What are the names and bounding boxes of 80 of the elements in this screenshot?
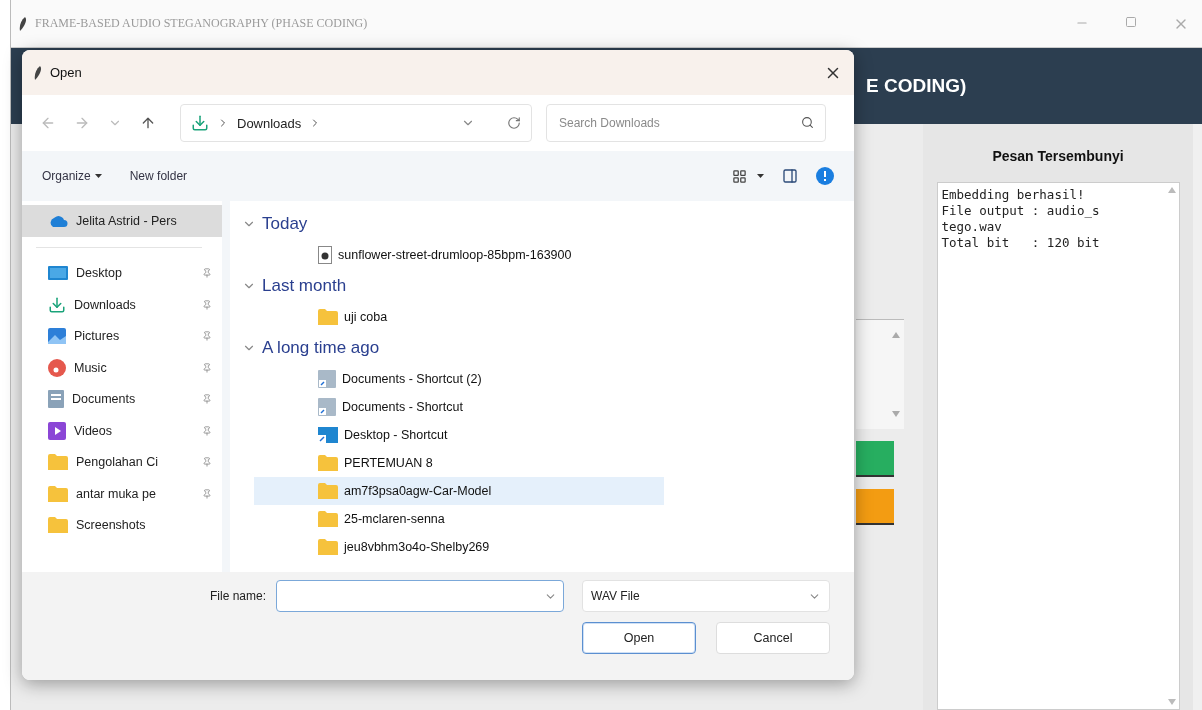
file-row[interactable]: uji coba (254, 303, 664, 331)
download-icon (191, 114, 209, 132)
folder-icon (318, 455, 338, 471)
shortcut-icon (318, 427, 338, 443)
up-arrow-icon (140, 115, 156, 131)
message-line: tego.wav (941, 219, 1003, 235)
document-icon (48, 390, 64, 409)
audio-file-icon (318, 246, 332, 264)
folder-icon (48, 454, 68, 471)
shortcut-icon (318, 398, 336, 416)
caret-icon (757, 174, 764, 178)
group-header[interactable]: Last month (242, 269, 854, 303)
scroll-down-icon (892, 411, 900, 417)
file-row[interactable]: am7f3psa0agw-Car-Model (254, 477, 664, 505)
action-button[interactable] (856, 489, 894, 525)
help-icon (816, 167, 834, 185)
refresh-icon[interactable] (507, 116, 521, 130)
feather-icon (19, 16, 27, 31)
sidebar-item[interactable]: Downloads (22, 289, 222, 321)
desktop-icon (48, 266, 68, 281)
folder-icon (318, 539, 338, 555)
scroll-up-icon (892, 332, 900, 338)
sidebar-item[interactable]: Documents (22, 383, 222, 415)
file-row[interactable]: sunflower-street-drumloop-85bpm-163900 (254, 241, 664, 269)
maximize-icon[interactable] (1125, 15, 1137, 28)
action-button[interactable] (856, 441, 894, 477)
sidebar-item[interactable]: antar muka pe (22, 478, 222, 510)
sidebar-item[interactable]: Desktop (22, 257, 222, 289)
cloud-icon (48, 214, 68, 227)
file-row[interactable]: Documents - Shortcut (254, 393, 664, 421)
shortcut-icon (318, 370, 336, 388)
file-row[interactable]: Documents - Shortcut (2) (254, 365, 664, 393)
search-field[interactable]: Search Downloads (546, 104, 826, 142)
header-title: E CODING) (866, 75, 967, 97)
sidebar-item[interactable]: Videos (22, 415, 222, 447)
message-line: Embedding berhasil! (941, 187, 1086, 203)
message-line: File output : audio_s (941, 203, 1101, 219)
sidebar-item[interactable]: Screenshots (22, 509, 222, 541)
file-row[interactable]: jeu8vbhm3o4o-Shelby269 (254, 533, 664, 561)
address-bar[interactable]: Downloads (180, 104, 532, 142)
search-icon (801, 116, 814, 129)
dialog-title: Open (50, 65, 83, 80)
picture-icon (48, 328, 66, 345)
sidebar-item[interactable]: Pictures (22, 320, 222, 352)
feather-icon (34, 65, 42, 80)
message-box[interactable]: Embedding berhasil! File output : audio_s tego.wav Total bit : 120 bit (936, 182, 1180, 710)
group-header[interactable]: A long time ago (242, 331, 854, 365)
scroll-up-icon (1167, 187, 1176, 193)
open-button[interactable]: Open (582, 622, 696, 654)
file-type-select[interactable]: WAV File (582, 580, 830, 612)
folder-icon (318, 511, 338, 527)
scroll-down-icon (1167, 699, 1176, 705)
folder-icon (48, 517, 68, 534)
message-line: Total bit : 120 bit (941, 235, 1101, 251)
file-row[interactable]: 25-mclaren-senna (254, 505, 664, 533)
music-icon (48, 358, 66, 377)
file-name-field[interactable] (276, 580, 564, 612)
list-box[interactable] (856, 319, 904, 429)
file-row[interactable]: PERTEMUAN 8 (254, 449, 664, 477)
panel-title: Pesan Tersembunyi (992, 148, 1124, 164)
window-title: FRAME-BASED AUDIO STEGANOGRAPHY (PHASE CODING) (35, 16, 369, 31)
folder-icon (318, 309, 338, 325)
sidebar-item[interactable]: Music (22, 352, 222, 384)
new-folder-button[interactable]: New folder (129, 169, 188, 183)
preview-pane-icon[interactable] (782, 168, 798, 184)
folder-icon (48, 485, 68, 502)
sidebar-item[interactable]: Pengolahan Ci (22, 446, 222, 478)
video-icon (48, 421, 66, 440)
file-name-label: File name: (209, 589, 266, 603)
view-icon[interactable] (732, 168, 747, 184)
caret-icon (94, 174, 102, 178)
organize-menu[interactable]: Organize (42, 169, 102, 183)
sidebar-item[interactable]: Jelita Astrid - Pers (22, 205, 222, 237)
download-icon (48, 295, 66, 314)
forward-arrow-icon (74, 115, 90, 131)
folder-icon (318, 483, 338, 499)
file-row[interactable]: Desktop - Shortcut (254, 421, 664, 449)
cancel-button[interactable]: Cancel (716, 622, 830, 654)
address-text: Downloads (237, 115, 302, 131)
group-header[interactable]: Today (242, 207, 854, 241)
